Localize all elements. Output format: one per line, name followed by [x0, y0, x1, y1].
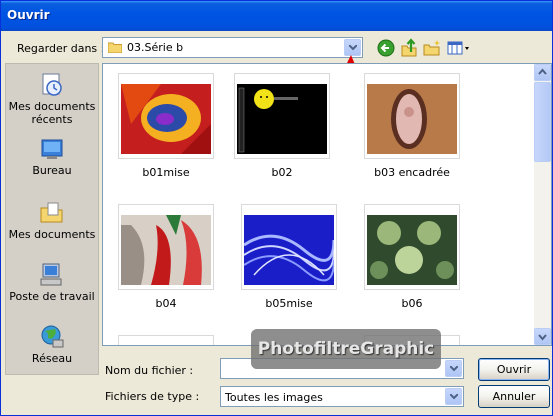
back-arrow-icon	[377, 39, 395, 57]
place-my-computer[interactable]: Poste de travail	[6, 262, 98, 324]
back-button[interactable]	[376, 38, 396, 58]
file-thumbnail-partial	[118, 335, 214, 345]
folder-icon	[108, 42, 122, 53]
chevron-down-icon	[450, 394, 458, 400]
filetype-dropdown-button[interactable]	[445, 388, 462, 405]
title-bar[interactable]: Ouvrir	[1, 1, 552, 31]
open-button[interactable]: Ouvrir	[478, 358, 550, 381]
place-network[interactable]: Réseau	[6, 324, 98, 386]
recent-documents-icon	[42, 73, 62, 96]
file-item[interactable]: b03 encadrée	[364, 73, 462, 183]
place-my-documents[interactable]: Mes documents	[6, 200, 98, 262]
open-dialog: Ouvrir Regarder dans : 03.Série b Mes do…	[0, 0, 553, 416]
views-menu-icon	[447, 41, 469, 55]
file-name: b06	[401, 297, 423, 310]
scroll-down-button[interactable]	[534, 328, 551, 345]
place-recent-documents[interactable]: Mes documents récents	[6, 72, 98, 134]
window-title: Ouvrir	[7, 8, 50, 22]
new-folder-button[interactable]	[422, 38, 442, 58]
file-item[interactable]: b02	[234, 73, 332, 183]
file-name: b01mise	[142, 166, 190, 179]
watermark: PhotofiltreGraphic	[251, 329, 441, 369]
file-thumbnail	[241, 204, 337, 290]
file-list-view[interactable]: b01mise b02 b03 encadrée b04 b05mise b06	[102, 63, 552, 346]
lookin-value: 03.Série b	[127, 41, 184, 54]
lookin-combo[interactable]: 03.Série b	[102, 37, 363, 58]
file-thumbnail	[234, 73, 330, 159]
my-computer-icon	[40, 263, 62, 286]
file-name: b03 encadrée	[374, 166, 450, 179]
file-item[interactable]: b05mise	[241, 204, 339, 314]
file-thumbnail	[364, 73, 460, 159]
file-thumbnail	[364, 204, 460, 290]
file-name: b05mise	[265, 297, 313, 310]
filetype-value: Toutes les images	[225, 391, 323, 404]
file-thumbnail	[118, 73, 214, 159]
file-item[interactable]: b04	[118, 204, 216, 314]
place-desktop[interactable]: Bureau	[6, 136, 98, 198]
filetype-label: Fichiers de type :	[105, 390, 200, 403]
place-label: Poste de travail	[9, 290, 95, 303]
chevron-up-icon	[538, 68, 547, 75]
my-documents-icon	[40, 202, 63, 223]
place-label: Bureau	[32, 164, 72, 177]
file-item[interactable]: b01mise	[118, 73, 216, 183]
chevron-down-icon	[450, 366, 458, 372]
places-bar: Mes documents récents Bureau Mes documen…	[5, 63, 99, 375]
filename-dropdown-button[interactable]	[445, 360, 462, 377]
lookin-label: Regarder dans :	[17, 42, 105, 55]
up-folder-button[interactable]	[399, 38, 419, 58]
scroll-up-button[interactable]	[534, 64, 551, 81]
vertical-scrollbar[interactable]	[534, 64, 551, 345]
scroll-thumb[interactable]	[534, 82, 551, 162]
filetype-select[interactable]: Toutes les images	[220, 386, 464, 407]
place-label: Mes documents	[8, 228, 96, 241]
place-label: Réseau	[31, 352, 73, 365]
cancel-button[interactable]: Annuler	[478, 385, 550, 408]
file-name: b02	[271, 166, 293, 179]
up-folder-icon	[401, 38, 417, 57]
filename-label: Nom du fichier :	[105, 364, 194, 377]
views-menu-button[interactable]	[447, 38, 471, 58]
place-label: Mes documents récents	[8, 100, 96, 126]
desktop-icon	[41, 139, 63, 159]
file-name: b04	[155, 297, 177, 310]
new-folder-icon	[423, 40, 440, 56]
chevron-down-icon	[538, 334, 547, 341]
file-thumbnail	[118, 204, 214, 290]
network-icon	[41, 325, 64, 348]
file-item[interactable]: b06	[364, 204, 462, 314]
